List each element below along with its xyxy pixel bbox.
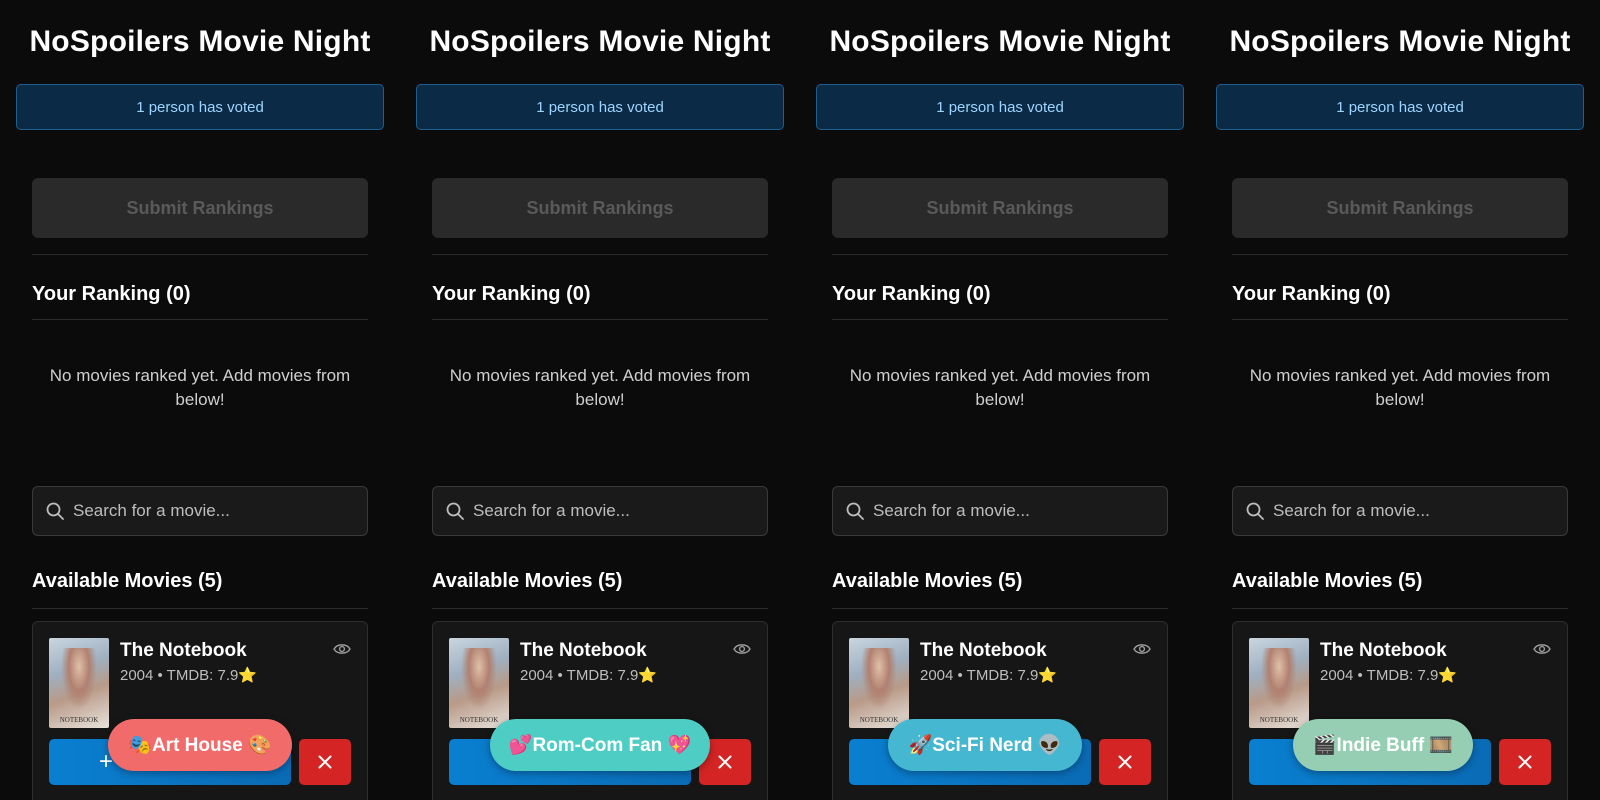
your-ranking-heading: Your Ranking (0) bbox=[32, 283, 191, 305]
submit-rankings-button[interactable]: Submit Rankings bbox=[32, 178, 368, 238]
submit-rankings-button[interactable]: Submit Rankings bbox=[432, 178, 768, 238]
search-icon bbox=[846, 502, 864, 520]
available-movies-heading: Available Movies (5) bbox=[832, 570, 1023, 592]
movie-poster: NOTEBOOK bbox=[49, 638, 109, 728]
persona-badge[interactable]: 🚀Sci-Fi Nerd 👽 bbox=[888, 719, 1082, 771]
movie-title: The Notebook bbox=[920, 640, 1047, 661]
divider bbox=[832, 608, 1168, 609]
persona-badge[interactable]: 🎭Art House 🎨 bbox=[108, 719, 292, 771]
search-icon bbox=[446, 502, 464, 520]
search-input[interactable] bbox=[873, 501, 1133, 521]
close-icon bbox=[318, 755, 332, 769]
app-title: NoSpoilers Movie Night bbox=[1229, 25, 1571, 58]
movie-title: The Notebook bbox=[1320, 640, 1447, 661]
vote-status-banner: 1 person has voted bbox=[416, 84, 784, 130]
divider bbox=[32, 608, 368, 609]
submit-rankings-button[interactable]: Submit Rankings bbox=[1232, 178, 1568, 238]
remove-movie-button[interactable] bbox=[299, 739, 351, 785]
movie-meta: 2004 • TMDB: 7.9⭐ bbox=[520, 667, 658, 684]
user-panel: NoSpoilers Movie Night 1 person has vote… bbox=[400, 0, 800, 800]
available-movies-heading: Available Movies (5) bbox=[1232, 570, 1423, 592]
movie-poster: NOTEBOOK bbox=[1249, 638, 1309, 728]
app-title: NoSpoilers Movie Night bbox=[29, 25, 371, 58]
movie-card: NOTEBOOK The Notebook 2004 • TMDB: 7.9⭐ … bbox=[32, 621, 368, 800]
user-panel: NoSpoilers Movie Night 1 person has vote… bbox=[0, 0, 400, 800]
search-input[interactable] bbox=[1273, 501, 1533, 521]
divider bbox=[832, 319, 1168, 320]
search-box[interactable] bbox=[432, 486, 768, 536]
movie-poster: NOTEBOOK bbox=[849, 638, 909, 728]
divider bbox=[32, 319, 368, 320]
your-ranking-heading: Your Ranking (0) bbox=[432, 283, 591, 305]
vote-status-banner: 1 person has voted bbox=[16, 84, 384, 130]
search-icon bbox=[1246, 502, 1264, 520]
movie-card: NOTEBOOK The Notebook 2004 • TMDB: 7.9⭐ … bbox=[1232, 621, 1568, 800]
submit-rankings-button[interactable]: Submit Rankings bbox=[832, 178, 1168, 238]
user-panel: NoSpoilers Movie Night 1 person has vote… bbox=[1200, 0, 1600, 800]
search-box[interactable] bbox=[832, 486, 1168, 536]
movie-meta: 2004 • TMDB: 7.9⭐ bbox=[120, 667, 258, 684]
divider bbox=[432, 608, 768, 609]
available-movies-heading: Available Movies (5) bbox=[32, 570, 223, 592]
persona-badge[interactable]: 🎬Indie Buff 🎞️ bbox=[1293, 719, 1473, 771]
vote-status-banner: 1 person has voted bbox=[816, 84, 1184, 130]
your-ranking-heading: Your Ranking (0) bbox=[1232, 283, 1391, 305]
movie-meta: 2004 • TMDB: 7.9⭐ bbox=[920, 667, 1058, 684]
close-icon bbox=[1518, 755, 1532, 769]
search-box[interactable] bbox=[32, 486, 368, 536]
app-title: NoSpoilers Movie Night bbox=[829, 25, 1171, 58]
poster-caption: NOTEBOOK bbox=[1259, 716, 1299, 724]
eye-icon[interactable] bbox=[1133, 642, 1151, 656]
movie-poster: NOTEBOOK bbox=[449, 638, 509, 728]
search-icon bbox=[46, 502, 64, 520]
search-input[interactable] bbox=[473, 501, 733, 521]
user-panel: NoSpoilers Movie Night 1 person has vote… bbox=[800, 0, 1200, 800]
search-box[interactable] bbox=[1232, 486, 1568, 536]
divider bbox=[1232, 319, 1568, 320]
your-ranking-heading: Your Ranking (0) bbox=[832, 283, 991, 305]
movie-title: The Notebook bbox=[520, 640, 647, 661]
vote-status-banner: 1 person has voted bbox=[1216, 84, 1584, 130]
divider bbox=[432, 319, 768, 320]
eye-icon[interactable] bbox=[333, 642, 351, 656]
empty-ranking-message: No movies ranked yet. Add movies from be… bbox=[849, 366, 1151, 409]
app-title: NoSpoilers Movie Night bbox=[429, 25, 771, 58]
movie-card: NOTEBOOK The Notebook 2004 • TMDB: 7.9⭐ … bbox=[832, 621, 1168, 800]
empty-ranking-message: No movies ranked yet. Add movies from be… bbox=[49, 366, 351, 409]
movie-card: NOTEBOOK The Notebook 2004 • TMDB: 7.9⭐ … bbox=[432, 621, 768, 800]
movie-meta: 2004 • TMDB: 7.9⭐ bbox=[1320, 667, 1458, 684]
movie-title: The Notebook bbox=[120, 640, 247, 661]
eye-icon[interactable] bbox=[1533, 642, 1551, 656]
eye-icon[interactable] bbox=[733, 642, 751, 656]
divider bbox=[1232, 608, 1568, 609]
empty-ranking-message: No movies ranked yet. Add movies from be… bbox=[1249, 366, 1551, 409]
remove-movie-button[interactable] bbox=[1099, 739, 1151, 785]
remove-movie-button[interactable] bbox=[1499, 739, 1551, 785]
available-movies-heading: Available Movies (5) bbox=[432, 570, 623, 592]
persona-badge[interactable]: 💕Rom-Com Fan 💖 bbox=[490, 719, 710, 771]
search-input[interactable] bbox=[73, 501, 333, 521]
close-icon bbox=[718, 755, 732, 769]
poster-caption: NOTEBOOK bbox=[59, 716, 99, 724]
empty-ranking-message: No movies ranked yet. Add movies from be… bbox=[449, 366, 751, 409]
close-icon bbox=[1118, 755, 1132, 769]
